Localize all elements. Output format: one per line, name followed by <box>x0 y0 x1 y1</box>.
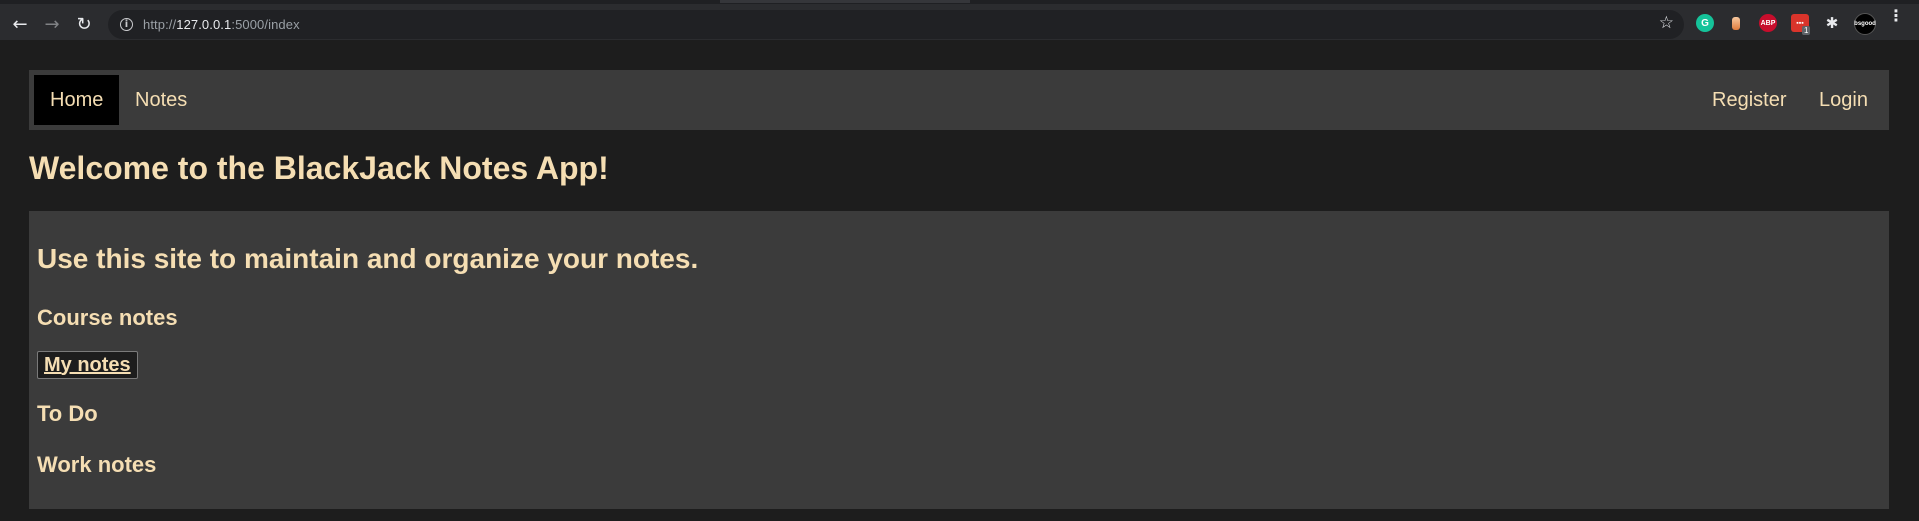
nav-register-link[interactable]: Register <box>1696 75 1802 125</box>
bottle-shape <box>1732 16 1740 30</box>
url-host: 127.0.0.1 <box>176 17 232 32</box>
forward-arrow-icon: → <box>44 13 60 35</box>
page-title: Welcome to the BlackJack Notes App! <box>29 150 609 186</box>
top-navigation-bar: Home Notes Register Login <box>29 70 1889 130</box>
bookmark-star-icon[interactable]: ☆ <box>1659 13 1674 33</box>
reload-button[interactable]: ↻ <box>70 10 98 38</box>
url-scheme: http:// <box>143 17 177 32</box>
nav-home-link[interactable]: Home <box>34 75 119 125</box>
my-notes-link[interactable]: My notes <box>37 351 138 379</box>
back-arrow-icon: ← <box>12 13 28 35</box>
section-course-notes: Course notes <box>37 305 178 330</box>
nav-notes-link[interactable]: Notes <box>119 75 203 125</box>
page-subtitle: Use this site to maintain and organize y… <box>37 243 699 274</box>
page-body: Home Notes Register Login Welcome to the… <box>0 40 1919 521</box>
address-bar[interactable]: i http://127.0.0.1:5000/index ☆ <box>108 10 1684 39</box>
forward-button[interactable]: → <box>38 10 66 38</box>
bottle-extension-icon[interactable] <box>1727 14 1745 32</box>
url-text[interactable]: http://127.0.0.1:5000/index <box>143 17 300 32</box>
grammarly-extension-icon[interactable]: G <box>1696 14 1714 32</box>
nav-login-link[interactable]: Login <box>1803 75 1884 125</box>
back-button[interactable]: ← <box>6 10 34 38</box>
tab-strip-edge <box>720 0 970 3</box>
adblock-plus-extension-icon[interactable]: ABP <box>1759 14 1777 32</box>
browser-toolbar: ← → ↻ i http://127.0.0.1:5000/index ☆ G … <box>0 0 1919 40</box>
extensions-puzzle-icon[interactable]: ✱ <box>1823 14 1841 32</box>
url-path: :5000/index <box>231 17 300 32</box>
content-panel: Use this site to maintain and organize y… <box>29 211 1889 509</box>
section-work-notes: Work notes <box>37 452 157 477</box>
reload-icon: ↻ <box>76 13 92 35</box>
section-to-do: To Do <box>37 401 98 426</box>
browser-menu-icon[interactable]: ⋮ <box>1888 8 1904 24</box>
site-info-icon[interactable]: i <box>120 18 133 31</box>
extension-badge: 1 <box>1802 26 1811 35</box>
profile-avatar[interactable]: bsgood <box>1854 13 1876 35</box>
